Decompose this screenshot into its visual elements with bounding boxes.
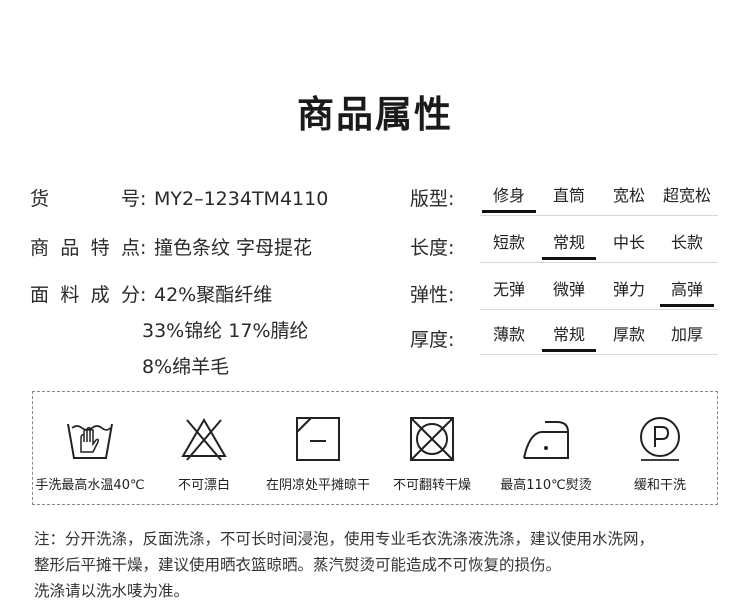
option-chip: 厚款 bbox=[612, 325, 645, 344]
attr-fabric-line: 8%绵羊毛 bbox=[142, 356, 230, 378]
option-group-length: 短款 常规 中长 长款 bbox=[480, 226, 718, 263]
option-group-elasticity: 无弹 微弹 弹力 高弹 bbox=[480, 273, 718, 310]
attr-value: 撞色条纹 字母提花 bbox=[154, 237, 313, 259]
care-note: 洗涤请以洗水唛为准。 bbox=[34, 582, 190, 600]
option-chip: 宽松 bbox=[612, 186, 645, 205]
care-item: 在阴凉处平摊晾干 bbox=[261, 392, 375, 506]
care-note: 整形后平摊干燥，建议使用晒衣篮晾晒。蒸汽熨烫可能造成不可恢复的损伤。 bbox=[34, 556, 562, 574]
option-chip: 中长 bbox=[612, 233, 645, 252]
attr-colon: : bbox=[140, 188, 147, 210]
option-label-thickness: 厚度: bbox=[410, 329, 455, 351]
option-label-elasticity: 弹性: bbox=[410, 284, 455, 306]
hand-wash-icon bbox=[67, 423, 113, 459]
option-chip: 修身 bbox=[482, 179, 536, 213]
no-bleach-icon bbox=[181, 418, 227, 461]
option-group-thickness: 薄款 常规 厚款 加厚 bbox=[480, 318, 718, 355]
option-chip: 薄款 bbox=[492, 325, 525, 344]
option-label-length: 长度: bbox=[410, 237, 455, 259]
care-item: 手洗最高水温40℃ bbox=[33, 392, 147, 506]
attr-features: 商品特点: 撞色条纹 字母提花 bbox=[30, 233, 312, 260]
dry-clean-p-icon bbox=[640, 417, 680, 461]
care-item: 缓和干洗 bbox=[603, 392, 717, 506]
attr-colon: : bbox=[140, 284, 147, 306]
option-chip: 超宽松 bbox=[662, 186, 711, 205]
care-item: 不可翻转干燥 bbox=[375, 392, 489, 506]
dry-flat-shade-icon bbox=[296, 417, 340, 461]
iron-icon bbox=[523, 421, 569, 459]
attr-fabric-line: 33%锦纶 17%腈纶 bbox=[142, 320, 309, 342]
attr-value: MY2–1234TM4110 bbox=[154, 188, 329, 210]
page-title: 商品属性 bbox=[297, 93, 453, 136]
option-label-fit: 版型: bbox=[410, 188, 455, 210]
option-chip: 直筒 bbox=[552, 186, 585, 205]
care-item: 不可漂白 bbox=[147, 392, 261, 506]
option-chip: 短款 bbox=[492, 233, 525, 252]
attr-label: 货号 bbox=[30, 188, 140, 210]
care-note: 注：分开洗涤，反面洗涤，不可长时间浸泡，使用专业毛衣洗涤液洗涤，建议使用水洗网， bbox=[34, 530, 655, 548]
care-label: 缓和干洗 bbox=[633, 478, 686, 493]
option-chip: 长款 bbox=[670, 233, 703, 252]
option-chip: 无弹 bbox=[492, 280, 525, 299]
attr-item-number: 货号: MY2–1234TM4110 bbox=[30, 184, 328, 211]
attr-label: 商品特点 bbox=[30, 237, 140, 259]
attr-colon: : bbox=[140, 237, 147, 259]
option-chip: 微弹 bbox=[552, 280, 585, 299]
option-group-fit: 修身 直筒 宽松 超宽松 bbox=[480, 179, 718, 216]
care-item: 最高110℃熨烫 bbox=[489, 392, 603, 506]
no-tumble-dry-icon bbox=[410, 417, 454, 461]
care-instructions: 手洗最高水温40℃ 不可漂白 在阴凉处平摊晾干 不可翻转干燥 最高110℃熨烫 bbox=[32, 391, 718, 505]
attr-label: 面料成分 bbox=[30, 284, 140, 306]
option-chip: 加厚 bbox=[670, 325, 703, 344]
option-chip: 常规 bbox=[542, 318, 596, 352]
option-chip: 高弹 bbox=[660, 273, 714, 307]
option-chip: 弹力 bbox=[612, 280, 645, 299]
attr-fabric: 面料成分: 42%聚酯纤维 bbox=[30, 280, 272, 307]
option-chip: 常规 bbox=[542, 226, 596, 260]
attr-value: 42%聚酯纤维 bbox=[154, 284, 273, 306]
